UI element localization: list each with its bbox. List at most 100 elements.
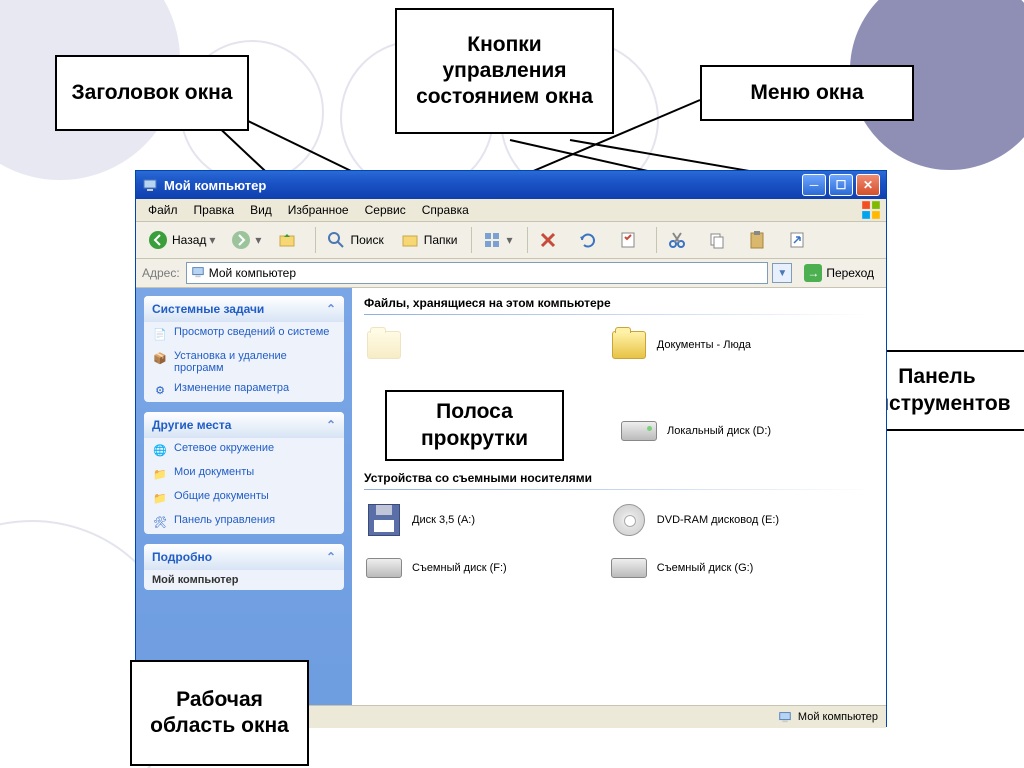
menu-edit[interactable]: Правка [186, 201, 243, 219]
removable-drive-icon [364, 548, 404, 588]
close-button[interactable]: ✕ [856, 174, 880, 196]
toolbar-separator [656, 227, 657, 253]
place-control-panel[interactable]: 🛠Панель управления [144, 510, 344, 534]
dropdown-arrow-icon: ▾ [209, 233, 215, 247]
collapse-icon: ⌃ [326, 302, 336, 316]
undo-icon [578, 230, 598, 250]
computer-icon [142, 177, 158, 193]
computer-icon [191, 265, 205, 282]
copy-icon [707, 230, 727, 250]
search-icon [326, 230, 346, 250]
title-bar[interactable]: Мой компьютер ─ ☐ ✕ [136, 171, 886, 199]
menu-favorites[interactable]: Избранное [280, 201, 357, 219]
panel-header[interactable]: Системные задачи⌃ [144, 296, 344, 322]
menu-bar: Файл Правка Вид Избранное Сервис Справка [136, 199, 886, 222]
views-button[interactable]: ▾ [476, 227, 518, 253]
cut-button[interactable] [661, 227, 697, 253]
windows-flag-icon [860, 199, 882, 221]
undo-button[interactable] [572, 227, 608, 253]
chevron-down-icon: ▼ [777, 268, 787, 279]
folder-icon: 📁 [152, 490, 168, 506]
folder-up-icon [277, 230, 297, 250]
menu-file[interactable]: Файл [140, 201, 186, 219]
copy-button[interactable] [701, 227, 737, 253]
back-button[interactable]: Назад ▾ [142, 227, 221, 253]
sidebar: Системные задачи⌃ 📄Просмотр сведений о с… [136, 288, 352, 705]
toolbar-separator [471, 227, 472, 253]
floppy-icon [364, 500, 404, 540]
menu-help[interactable]: Справка [414, 201, 477, 219]
minimize-button[interactable]: ─ [802, 174, 826, 196]
properties-button[interactable] [612, 227, 648, 253]
network-icon: 🌐 [152, 442, 168, 458]
panel-system-tasks: Системные задачи⌃ 📄Просмотр сведений о с… [144, 296, 344, 402]
place-network[interactable]: 🌐Сетевое окружение [144, 438, 344, 462]
dropdown-arrow-icon: ▾ [255, 233, 261, 247]
content-area: Файлы, хранящиеся на этом компьютере Док… [352, 288, 886, 705]
shortcut-icon [787, 230, 807, 250]
folder-icon [609, 325, 649, 365]
forward-button[interactable]: ▾ [225, 227, 267, 253]
paste-button[interactable] [741, 227, 777, 253]
go-arrow-icon: → [804, 264, 822, 282]
shortcut-button[interactable] [781, 227, 817, 253]
programs-icon: 📦 [152, 350, 168, 366]
toolbar-separator [315, 227, 316, 253]
folders-button[interactable]: Папки [394, 227, 464, 253]
collapse-icon: ⌃ [326, 418, 336, 432]
settings-icon: ⚙ [152, 382, 168, 398]
address-value: Мой компьютер [209, 266, 296, 280]
group-header-files: Файлы, хранящиеся на этом компьютере [352, 288, 886, 314]
address-field[interactable]: Мой компьютер [186, 262, 769, 284]
properties-icon [618, 230, 638, 250]
drive-e-dvd[interactable]: DVD-RAM дисковод (E:) [609, 496, 854, 544]
task-change-setting[interactable]: ⚙Изменение параметра [144, 378, 344, 402]
cut-icon [667, 230, 687, 250]
place-shared-docs[interactable]: 📁Общие документы [144, 486, 344, 510]
group-separator [364, 314, 874, 315]
menu-tools[interactable]: Сервис [357, 201, 414, 219]
up-button[interactable] [271, 227, 307, 253]
folder-item-docs-lyuda[interactable]: Документы - Люда [609, 321, 854, 369]
computer-icon [778, 710, 792, 724]
go-button[interactable]: → Переход [798, 262, 880, 284]
task-add-remove[interactable]: 📦Установка и удаление программ [144, 346, 344, 378]
address-label: Адрес: [142, 266, 180, 280]
group-header-removable: Устройства со съемными носителями [352, 463, 886, 489]
group-separator [364, 489, 874, 490]
diagram-canvas: Заголовок окна Кнопки управления состоян… [0, 0, 1024, 768]
drive-a-floppy[interactable]: Диск 3,5 (A:) [364, 496, 609, 544]
drive-f-removable[interactable]: Съемный диск (F:) [364, 544, 609, 592]
label-menu: Меню окна [700, 65, 914, 121]
status-text: Мой компьютер [798, 711, 878, 723]
paste-icon [747, 230, 767, 250]
detail-text: Мой компьютер [144, 570, 344, 590]
search-button[interactable]: Поиск [320, 227, 389, 253]
views-icon [482, 230, 502, 250]
panel-header[interactable]: Другие места⌃ [144, 412, 344, 438]
menu-view[interactable]: Вид [242, 201, 280, 219]
removable-drive-icon [609, 548, 649, 588]
panel-header[interactable]: Подробно⌃ [144, 544, 344, 570]
drive-g-removable[interactable]: Съемный диск (G:) [609, 544, 854, 592]
delete-icon [538, 230, 558, 250]
forward-icon [231, 230, 251, 250]
folder-icon: 📁 [152, 466, 168, 482]
label-workarea: Рабочая область окна [130, 660, 309, 766]
label-window-controls: Кнопки управления состоянием окна [395, 8, 614, 134]
maximize-button[interactable]: ☐ [829, 174, 853, 196]
folder-item[interactable] [364, 321, 609, 369]
control-panel-icon: 🛠 [152, 514, 168, 530]
folder-icon [364, 325, 404, 365]
window-body: Системные задачи⌃ 📄Просмотр сведений о с… [136, 288, 886, 705]
address-dropdown[interactable]: ▼ [772, 263, 792, 283]
place-my-docs[interactable]: 📁Мои документы [144, 462, 344, 486]
window-title: Мой компьютер [164, 178, 799, 193]
disc-icon [609, 500, 649, 540]
delete-button[interactable] [532, 227, 568, 253]
task-system-info[interactable]: 📄Просмотр сведений о системе [144, 322, 344, 346]
drive-d[interactable]: Локальный диск (D:) [619, 407, 864, 455]
back-icon [148, 230, 168, 250]
address-bar: Адрес: Мой компьютер ▼ → Переход [136, 259, 886, 288]
label-scrollbar: Полоса прокрутки [385, 390, 564, 461]
